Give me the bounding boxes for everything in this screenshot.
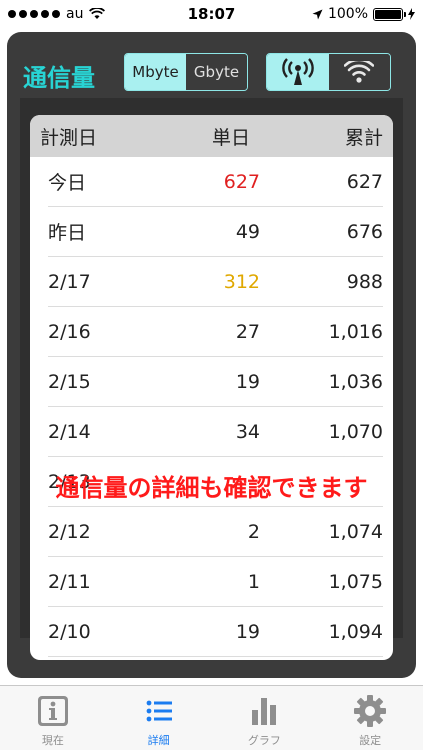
- status-bar: au 18:07 100%: [0, 0, 423, 30]
- column-header-daily: 単日: [211, 126, 250, 149]
- row-total: 676: [346, 220, 383, 243]
- row-daily: 19: [235, 620, 260, 643]
- row-date: 2/10: [48, 620, 91, 643]
- table-row: 2/16 27 1,016: [48, 307, 383, 357]
- table-row: 今日 627 627: [48, 157, 383, 207]
- row-daily: 19: [235, 370, 260, 393]
- row-daily: 34: [235, 420, 260, 443]
- tab-graph[interactable]: グラフ: [212, 686, 318, 750]
- row-total: 1,016: [328, 320, 383, 343]
- row-daily: 1: [247, 570, 260, 593]
- column-header-total: 累計: [344, 126, 383, 149]
- network-toggle: [266, 53, 391, 91]
- tab-label-graph: グラフ: [247, 734, 281, 747]
- row-total: 1,070: [328, 420, 383, 443]
- cellular-button[interactable]: [267, 54, 329, 90]
- unit-gbyte-button[interactable]: Gbyte: [186, 54, 247, 90]
- unit-mbyte-button[interactable]: Mbyte: [125, 54, 186, 90]
- wifi-button[interactable]: [328, 54, 390, 90]
- status-right: 100%: [312, 6, 415, 22]
- row-daily: 312: [223, 270, 260, 293]
- row-date: 今日: [48, 172, 87, 194]
- table-row: 2/15 19 1,036: [48, 357, 383, 407]
- table-row: 2/12 2 1,074: [48, 507, 383, 557]
- location-arrow-icon: [312, 9, 323, 19]
- tab-bar: 現在 詳細 グラフ 設定: [0, 685, 423, 750]
- row-date: 2/14: [48, 420, 91, 443]
- info-icon: [37, 696, 68, 726]
- tab-details[interactable]: 詳細: [106, 686, 212, 750]
- table-row: 2/14 34 1,070: [48, 407, 383, 457]
- tab-label-details: 詳細: [147, 734, 170, 747]
- row-date: 2/11: [48, 570, 91, 593]
- charging-icon: [408, 8, 415, 20]
- promo-caption: 通信量の詳細も確認できます: [55, 474, 368, 502]
- unit-toggle: Mbyte Gbyte: [124, 53, 248, 91]
- row-total: 988: [346, 270, 383, 293]
- list-icon: [146, 700, 172, 722]
- row-total: 627: [346, 170, 383, 193]
- cellular-antenna-icon: [282, 58, 314, 85]
- usage-table: 計測日 単日 累計 今日 627 627 昨日 49 676 2/17 312 988 2/16 2…: [30, 115, 393, 660]
- table-row: 2/17 312 988: [48, 257, 383, 307]
- row-total: 1,075: [328, 570, 383, 593]
- row-date: 2/16: [48, 320, 91, 343]
- row-date: 2/12: [48, 520, 91, 543]
- row-daily: 27: [235, 320, 260, 343]
- battery-percent: 100%: [327, 6, 368, 22]
- row-daily: 49: [235, 220, 260, 243]
- row-daily: 2: [247, 520, 260, 543]
- tab-label-current: 現在: [41, 734, 64, 747]
- tab-current[interactable]: 現在: [0, 686, 106, 750]
- row-total: 1,036: [328, 370, 383, 393]
- row-total: 1,074: [328, 520, 383, 543]
- row-date: 昨日: [48, 222, 87, 244]
- row-total: 1,094: [328, 620, 383, 643]
- column-header-date: 計測日: [40, 126, 98, 149]
- row-daily: 627: [223, 170, 260, 193]
- row-date: 2/17: [48, 270, 91, 293]
- table-row: 2/11 1 1,075: [48, 557, 383, 607]
- wifi-icon: [344, 61, 375, 83]
- table-row: 昨日 49 676: [48, 207, 383, 257]
- page-title: 通信量: [23, 64, 95, 92]
- bar-chart-icon: [252, 698, 277, 725]
- table-row: 2/10 19 1,094: [48, 607, 383, 657]
- table-body: 今日 627 627 昨日 49 676 2/17 312 988 2/16 27 1,016 2/15…: [30, 157, 393, 657]
- battery-icon: [373, 7, 406, 21]
- row-date: 2/15: [48, 370, 91, 393]
- table-header: 計測日 単日 累計: [30, 115, 393, 157]
- tab-label-settings: 設定: [359, 734, 382, 747]
- tab-settings[interactable]: 設定: [317, 686, 423, 750]
- gear-icon: [354, 695, 387, 727]
